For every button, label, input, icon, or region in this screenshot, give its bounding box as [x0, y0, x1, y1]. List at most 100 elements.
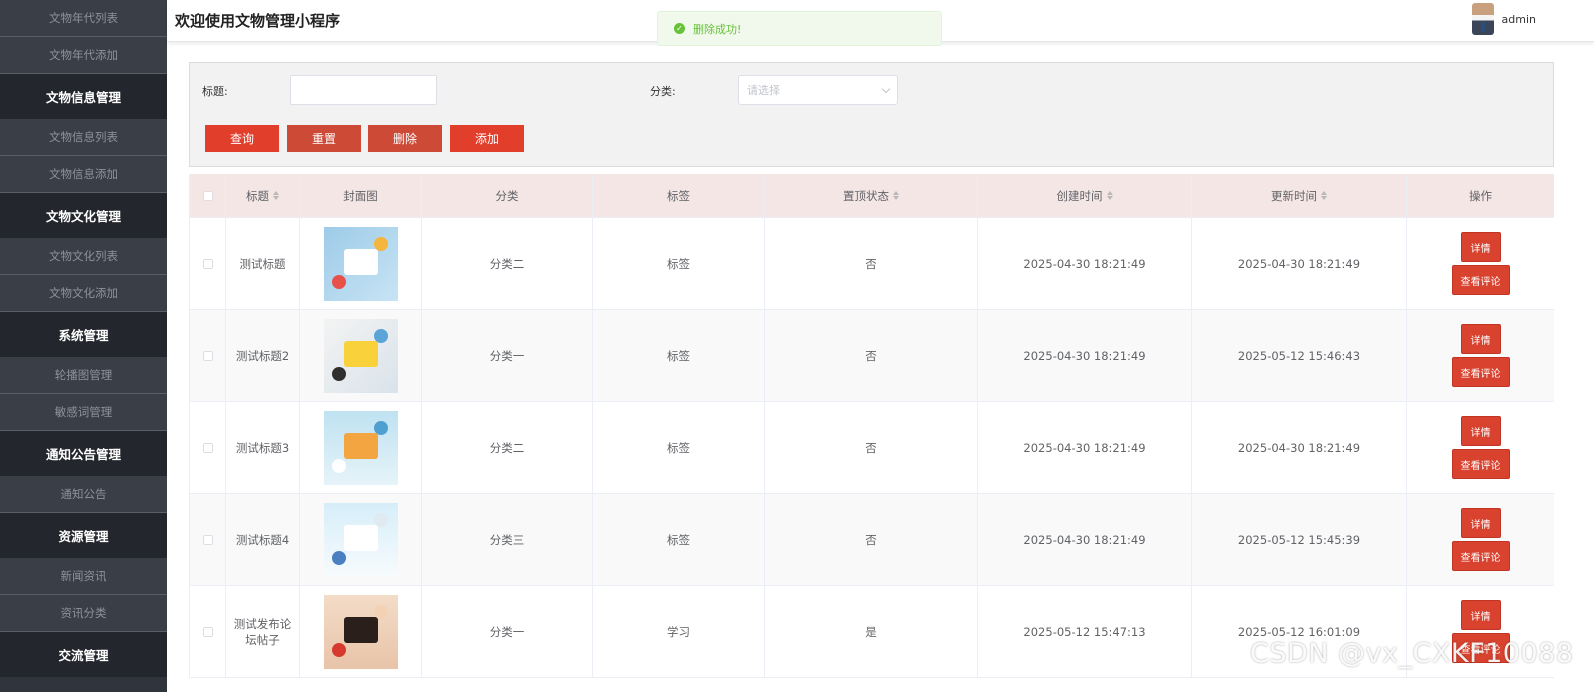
row-select-cell	[189, 310, 226, 401]
tag-cell: 标签	[593, 218, 765, 309]
username[interactable]: admin	[1502, 13, 1536, 26]
add-button[interactable]: 添加	[450, 125, 524, 152]
category-cell: 分类二	[422, 218, 593, 309]
col-tag: 标签	[593, 174, 765, 217]
row-checkbox[interactable]	[202, 534, 213, 545]
chevron-down-icon	[881, 84, 891, 93]
sidebar-group[interactable]: 交流管理	[0, 632, 167, 677]
cover-cell	[300, 586, 422, 677]
pinned-cell: 否	[765, 402, 978, 493]
cover-cell	[300, 402, 422, 493]
view-comments-button[interactable]: 查看评论	[1451, 541, 1510, 571]
thumbnail-art	[373, 604, 388, 619]
table-row: 测试标题2 分类一 标签否 2025-04-30 18:21:49 2025-05-12…	[189, 310, 1554, 402]
view-comments-button[interactable]: 查看评论	[1451, 357, 1510, 387]
title-cell: 测试标题4	[226, 494, 300, 585]
sidebar-item[interactable]: 文物年代添加	[0, 37, 167, 74]
cover-image[interactable]	[323, 594, 398, 669]
app-title: 欢迎使用文物管理小程序	[175, 12, 341, 30]
row-checkbox[interactable]	[202, 442, 213, 453]
tag-cell: 标签	[593, 310, 765, 401]
col-title[interactable]: 标题	[226, 174, 300, 217]
actions-cell: 详情 查看评论	[1407, 310, 1554, 401]
updated-cell: 2025-04-30 18:21:49	[1192, 218, 1407, 309]
category-filter-label: 分类:	[650, 85, 676, 98]
col-cover-label: 封面图	[343, 188, 378, 203]
row-select-cell	[189, 402, 226, 493]
cover-image[interactable]	[323, 502, 398, 577]
select-all-checkbox[interactable]	[202, 190, 213, 201]
row-title: 测试发布论坛帖子	[233, 616, 292, 647]
table-body: 测试标题 分类二 标签否 2025-04-30 18:21:49 2025-04-30 …	[189, 218, 1554, 678]
detail-button[interactable]: 详情	[1460, 600, 1501, 630]
detail-button[interactable]: 详情	[1460, 232, 1501, 262]
sidebar-item[interactable]: 通知公告	[0, 476, 167, 513]
row-checkbox[interactable]	[202, 350, 213, 361]
thumbnail-art	[331, 458, 346, 473]
thumbnail-art	[373, 420, 388, 435]
table-row: 测试标题4 分类三 标签否 2025-04-30 18:21:49 2025-05-12…	[189, 494, 1554, 586]
reset-button[interactable]: 重置	[287, 125, 361, 152]
view-comments-button[interactable]: 查看评论	[1451, 449, 1510, 479]
view-comments-button[interactable]: 查看评论	[1451, 265, 1510, 295]
title-filter-label: 标题:	[202, 85, 228, 98]
sidebar-item[interactable]: 新闻资讯	[0, 558, 167, 595]
sort-icon[interactable]	[273, 191, 279, 200]
row-checkbox[interactable]	[202, 258, 213, 269]
sidebar-item[interactable]: 文物年代列表	[0, 0, 167, 37]
detail-button[interactable]: 详情	[1460, 416, 1501, 446]
actions-cell: 详情 查看评论	[1407, 494, 1554, 585]
updated-cell: 2025-05-12 15:45:39	[1192, 494, 1407, 585]
sidebar-group[interactable]: 文物信息管理	[0, 74, 167, 119]
tag-cell: 标签	[593, 402, 765, 493]
thumbnail-art	[343, 248, 378, 275]
sidebar-item[interactable]: 文物文化添加	[0, 275, 167, 312]
filter-panel: 标题: 分类: 请选择 查询 重置 删除 添加	[189, 62, 1554, 167]
title-filter-input[interactable]	[290, 75, 437, 105]
data-table: 标题 封面图 分类 标签 置顶状态 创建时间 更新时间 操作 测试标题 分类二 标签…	[189, 174, 1554, 678]
cover-image[interactable]	[323, 226, 398, 301]
sidebar-item[interactable]: 文物文化列表	[0, 238, 167, 275]
sidebar-group[interactable]: 通知公告管理	[0, 431, 167, 476]
sort-icon[interactable]	[893, 191, 899, 200]
row-title: 测试标题	[239, 256, 286, 271]
sort-icon[interactable]	[1106, 191, 1113, 200]
sort-icon[interactable]	[1321, 191, 1327, 200]
select-all-cell	[189, 174, 226, 217]
sidebar-item[interactable]: 轮播图管理	[0, 357, 167, 394]
category-cell: 分类二	[422, 402, 593, 493]
col-actions: 操作	[1407, 174, 1554, 217]
col-updated-label: 更新时间	[1271, 188, 1317, 203]
updated-cell: 2025-04-30 18:21:49	[1192, 402, 1407, 493]
pinned-cell: 否	[765, 218, 978, 309]
user-menu[interactable]: admin	[1471, 3, 1536, 35]
sidebar-item[interactable]: 文物信息列表	[0, 119, 167, 156]
avatar[interactable]	[1471, 3, 1494, 35]
toast-message: 删除成功!	[693, 22, 742, 36]
col-pinned[interactable]: 置顶状态	[765, 174, 978, 217]
actions-cell: 详情 查看评论	[1407, 402, 1554, 493]
title-cell: 测试标题	[226, 218, 300, 309]
category-select[interactable]: 请选择	[738, 75, 898, 105]
delete-button[interactable]: 删除	[368, 125, 442, 152]
sidebar-group[interactable]: 文物文化管理	[0, 193, 167, 238]
col-created[interactable]: 创建时间	[978, 174, 1192, 217]
sidebar-item[interactable]: 资讯分类	[0, 595, 167, 632]
sidebar-item[interactable]: 文物信息添加	[0, 156, 167, 193]
sidebar-item[interactable]: 敏感词管理	[0, 394, 167, 431]
sidebar-group[interactable]: 资源管理	[0, 513, 167, 558]
row-select-cell	[189, 586, 226, 677]
col-updated[interactable]: 更新时间	[1192, 174, 1407, 217]
row-select-cell	[189, 494, 226, 585]
query-button[interactable]: 查询	[205, 125, 279, 152]
main-content: 标题: 分类: 请选择 查询 重置 删除 添加 标题 封面图 分类 标签 置顶状…	[173, 46, 1594, 692]
thumbnail-art	[343, 432, 378, 459]
cover-image[interactable]	[323, 410, 398, 485]
detail-button[interactable]: 详情	[1460, 508, 1501, 538]
detail-button[interactable]: 详情	[1460, 324, 1501, 354]
sidebar-group[interactable]: 系统管理	[0, 312, 167, 357]
thumbnail-art	[343, 340, 378, 367]
pinned-cell: 是	[765, 586, 978, 677]
cover-image[interactable]	[323, 318, 398, 393]
row-checkbox[interactable]	[202, 626, 213, 637]
